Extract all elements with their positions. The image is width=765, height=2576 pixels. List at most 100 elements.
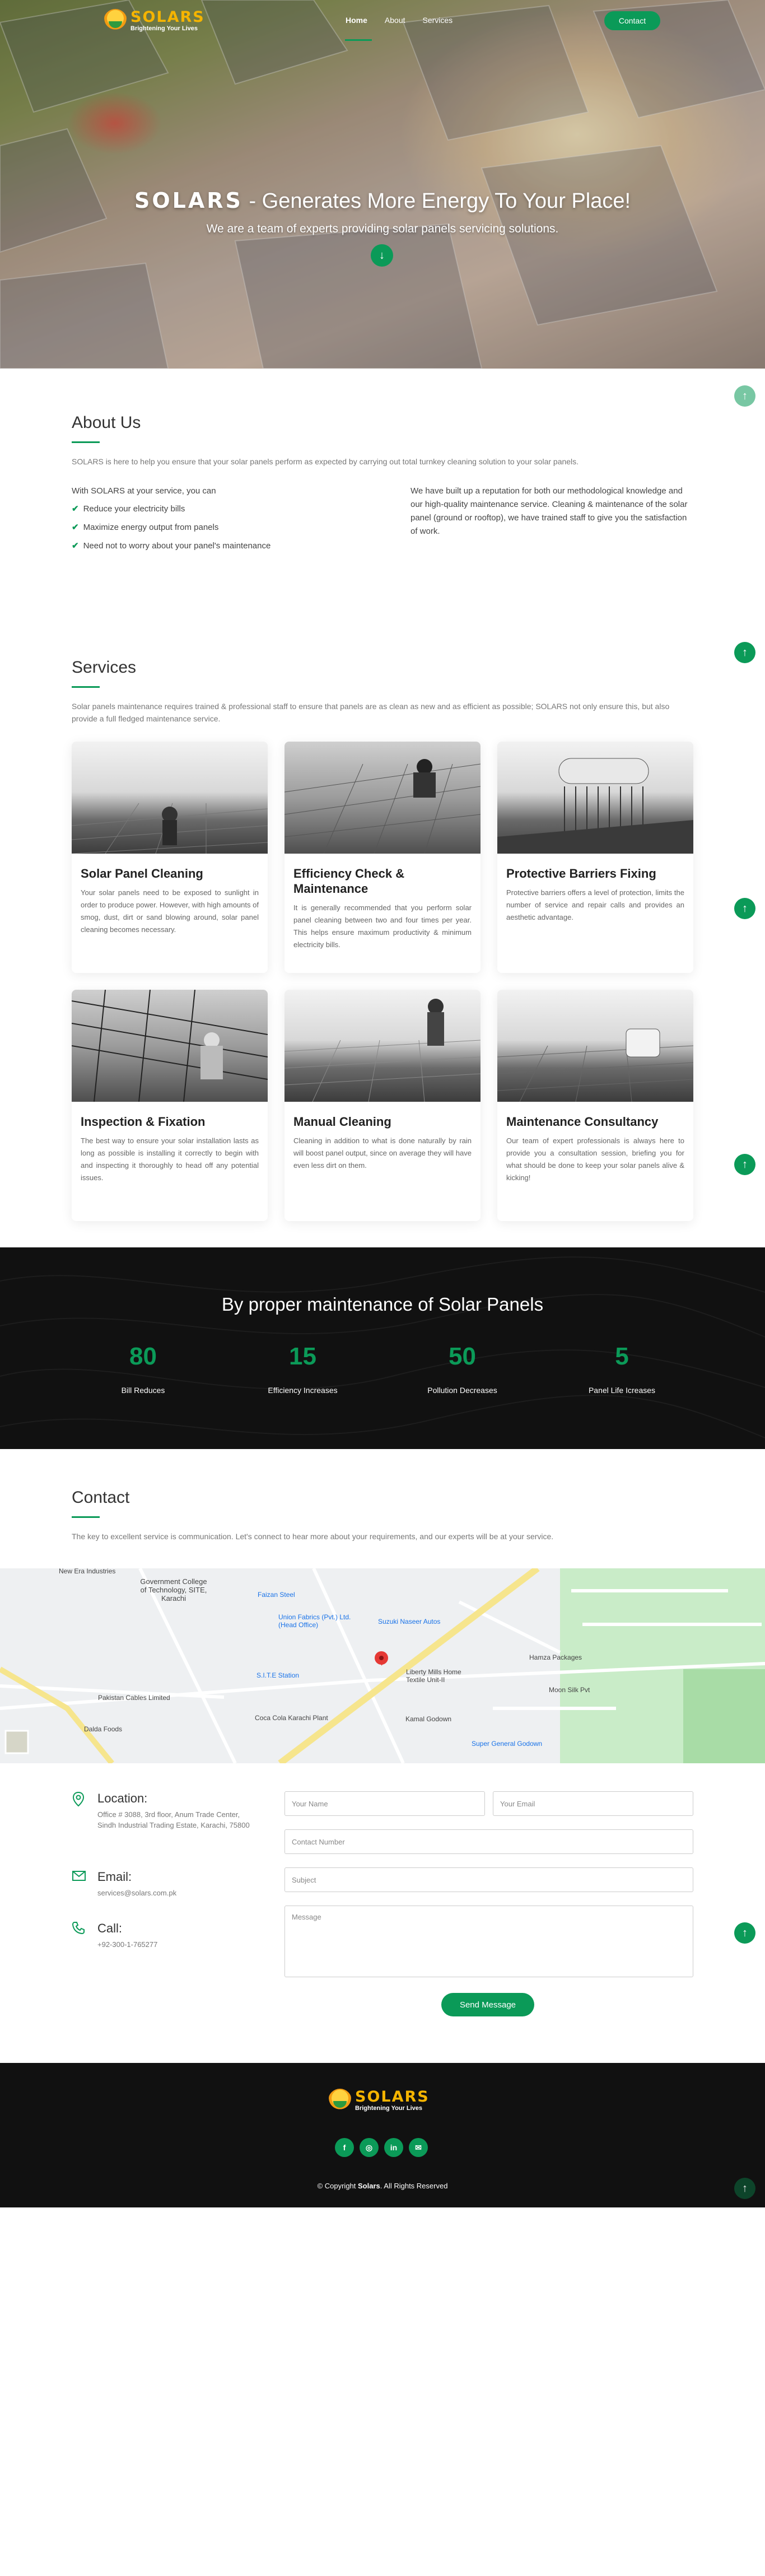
instagram-icon[interactable]: ◎: [360, 2138, 379, 2157]
contact-location: Location: Office # 3088, 3rd floor, Anum…: [72, 1791, 254, 1830]
service-image: [284, 742, 481, 854]
hero-overlay: [0, 0, 765, 369]
map-label[interactable]: Coca Cola Karachi Plant: [255, 1714, 328, 1722]
stat-value: 5: [615, 1343, 629, 1370]
footer: SOLARS Brightening Your Lives f ◎ in ✉ ©…: [0, 2063, 765, 2207]
nav-home[interactable]: Home: [345, 16, 372, 41]
list-item: ✔ Reduce your electricity bills: [72, 502, 354, 516]
stat-label: Efficiency Increases: [268, 1386, 338, 1395]
contact-title-underline: [72, 1516, 100, 1518]
map-label[interactable]: Super General Godown: [472, 1740, 542, 1748]
subject-field[interactable]: Subject: [284, 1867, 693, 1892]
map-label[interactable]: Faizan Steel: [258, 1591, 295, 1599]
about-lead: SOLARS is here to help you ensure that y…: [72, 457, 579, 466]
nav-about[interactable]: About: [385, 16, 405, 25]
check-icon: ✔: [72, 541, 79, 551]
service-card[interactable]: Efficiency Check & Maintenance It is gen…: [284, 742, 481, 973]
brand-name: SOLARS: [130, 8, 205, 26]
map-label[interactable]: Liberty Mills Home Textile Unit-II: [406, 1668, 468, 1684]
map-label[interactable]: New Era Industries: [59, 1568, 115, 1575]
services-grid: Solar Panel Cleaning Your solar panels n…: [72, 742, 693, 1221]
message-field[interactable]: Message: [284, 1906, 693, 1977]
map-label[interactable]: Union Fabrics (Pvt.) Ltd. (Head Office): [278, 1613, 351, 1629]
service-text: Cleaning in addition to what is done nat…: [293, 1136, 472, 1170]
contact-call: Call: +92-300-1-765277: [72, 1921, 254, 1950]
location-title: Location:: [97, 1791, 148, 1805]
service-card[interactable]: Inspection & Fixation The best way to en…: [72, 990, 268, 1221]
about-right-column: We have built up a reputation for both o…: [411, 485, 693, 558]
map-label[interactable]: Government College of Technology, SITE, …: [140, 1577, 207, 1603]
stats-title: By proper maintenance of Solar Panels: [221, 1294, 544, 1315]
service-title: Solar Panel Cleaning: [81, 867, 203, 881]
service-card[interactable]: Manual Cleaning Cleaning in addition to …: [284, 990, 481, 1221]
navbar: SOLARS Brightening Your Lives Home About…: [0, 0, 765, 41]
map-label[interactable]: Pakistan Cables Limited: [98, 1694, 170, 1702]
name-field[interactable]: Your Name: [284, 1791, 485, 1816]
service-card[interactable]: Solar Panel Cleaning Your solar panels n…: [72, 742, 268, 973]
about-title: About Us: [72, 413, 141, 432]
hero-title-brand: SOLARS: [134, 188, 243, 213]
service-title: Inspection & Fixation: [81, 1115, 206, 1129]
stat-item: 50 Pollution Decreases: [382, 1343, 542, 1395]
map-label[interactable]: S.I.T.E Station: [256, 1671, 299, 1679]
hero-title-text: - Generates More Energy To Your Place!: [242, 189, 631, 213]
call-text[interactable]: +92-300-1-765277: [97, 1939, 254, 1950]
email-icon[interactable]: ✉: [409, 2138, 428, 2157]
check-icon: ✔: [72, 504, 79, 514]
stat-item: 80 Bill Reduces: [63, 1343, 223, 1395]
phone-field[interactable]: Contact Number: [284, 1829, 693, 1854]
brand-logo[interactable]: SOLARS Brightening Your Lives: [104, 9, 205, 32]
service-image: [72, 990, 268, 1102]
sun-logo-icon: [104, 9, 127, 32]
service-card[interactable]: Maintenance Consultancy Our team of expe…: [497, 990, 693, 1221]
email-field[interactable]: Your Email: [493, 1791, 693, 1816]
about-paragraph: We have built up a reputation for both o…: [411, 486, 688, 536]
service-title: Manual Cleaning: [293, 1115, 391, 1129]
list-item: ✔ Need not to worry about your panel's ma…: [72, 539, 354, 553]
check-icon: ✔: [72, 523, 79, 532]
facebook-icon[interactable]: f: [335, 2138, 354, 2157]
stat-label: Bill Reduces: [121, 1386, 165, 1395]
service-image: [72, 742, 268, 854]
stat-value: 80: [129, 1343, 157, 1370]
map-graphic: [0, 1568, 765, 1763]
contact-button[interactable]: Contact: [604, 11, 660, 30]
map-label[interactable]: Dalda Foods: [84, 1725, 122, 1733]
scroll-top-arrow-up-icon[interactable]: ↑: [734, 1922, 755, 1944]
about-intro: With SOLARS at your service, you can: [72, 486, 216, 496]
service-title: Efficiency Check & Maintenance: [293, 867, 405, 896]
brand-tagline: Brightening Your Lives: [355, 2105, 422, 2112]
send-message-button[interactable]: Send Message: [441, 1993, 534, 2016]
about-title-underline: [72, 441, 100, 443]
contact-email: Email: services@solars.com.pk: [72, 1870, 254, 1898]
scroll-down-icon[interactable]: ↓: [371, 244, 393, 267]
email-text[interactable]: services@solars.com.pk: [97, 1888, 254, 1898]
service-text: The best way to ensure your solar instal…: [81, 1136, 259, 1182]
hero-section: SOLARS Brightening Your Lives Home About…: [0, 0, 765, 369]
brand-tagline: Brightening Your Lives: [130, 25, 198, 32]
main-nav: Home About Services: [345, 16, 470, 41]
map-label[interactable]: Kamal Godown: [405, 1715, 451, 1723]
scroll-top-arrow-up-icon[interactable]: ↑: [734, 385, 755, 407]
footer-logo[interactable]: SOLARS Brightening Your Lives: [328, 2089, 430, 2112]
sun-logo-icon: [328, 2089, 352, 2112]
map-pin-icon: [72, 1791, 87, 1807]
email-title: Email:: [97, 1870, 132, 1884]
contact-header: Contact The key to excellent service is …: [72, 1488, 693, 1543]
services-title: Services: [72, 658, 137, 677]
map-label[interactable]: Moon Silk Pvt: [549, 1686, 590, 1694]
stats-section: By proper maintenance of Solar Panels 80…: [0, 1247, 765, 1449]
list-item: ✔ Maximize energy output from panels: [72, 521, 354, 534]
about-bullet-list: ✔ Reduce your electricity bills ✔ Maximize…: [72, 502, 354, 553]
about-section: About Us SOLARS is here to help you ensu…: [0, 413, 765, 558]
service-title: Maintenance Consultancy: [506, 1115, 659, 1129]
linkedin-icon[interactable]: in: [384, 2138, 403, 2157]
service-text: It is generally recommended that you per…: [293, 903, 472, 949]
service-title: Protective Barriers Fixing: [506, 867, 656, 881]
location-map[interactable]: New Era Industries Government College of…: [0, 1568, 765, 1763]
map-label[interactable]: Suzuki Naseer Autos: [378, 1618, 440, 1625]
map-label[interactable]: Hamza Packages: [529, 1653, 582, 1661]
service-card[interactable]: Protective Barriers Fixing Protective ba…: [497, 742, 693, 973]
nav-services[interactable]: Services: [423, 16, 453, 25]
scroll-top-arrow-up-icon[interactable]: ↑: [734, 2178, 755, 2199]
